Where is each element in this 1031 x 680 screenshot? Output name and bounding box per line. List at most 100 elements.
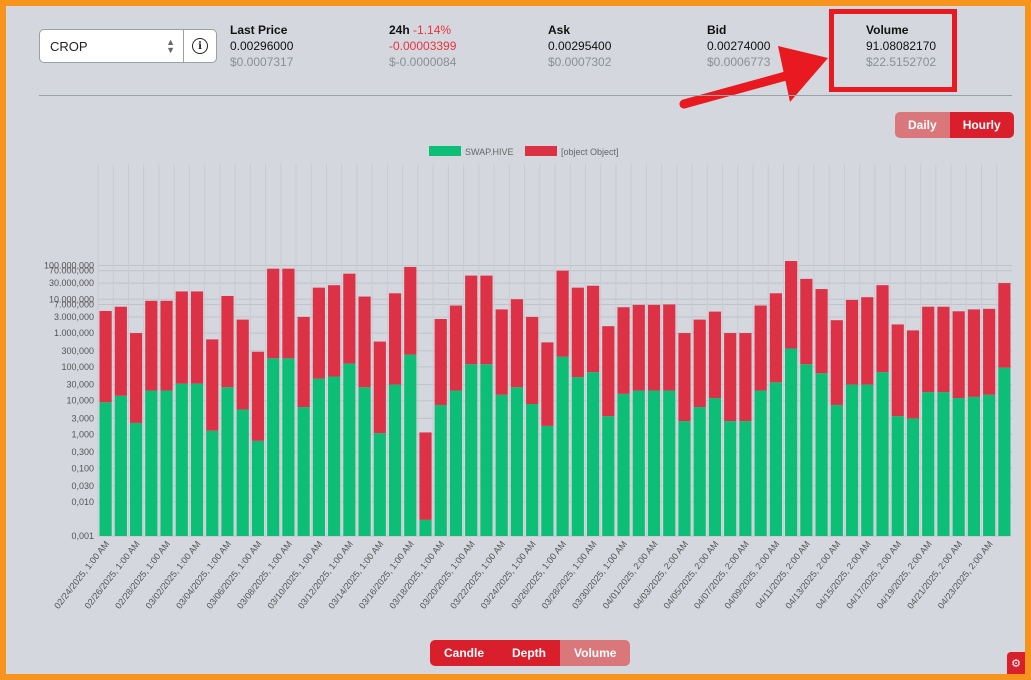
bar-swap-hive xyxy=(267,358,280,536)
period-toggle: Daily Hourly xyxy=(895,112,1014,138)
bar-other xyxy=(145,300,158,391)
token-select-value: CROP xyxy=(50,38,88,54)
bar-swap-hive xyxy=(663,390,676,536)
bar-swap-hive xyxy=(876,372,889,536)
bar-other xyxy=(998,283,1011,368)
y-tick-label: 30.000,000 xyxy=(49,278,94,288)
bar-swap-hive xyxy=(586,372,600,536)
x-tick-label: 04/19/2025, 2:00 AM xyxy=(875,539,934,611)
bar-other xyxy=(632,304,645,391)
bar-other xyxy=(815,289,828,374)
bar-swap-hive xyxy=(845,384,859,536)
bar-other xyxy=(282,268,295,359)
bar-other xyxy=(693,319,706,408)
trading-panel: CROP ▲ ▼ i Last Price 0.00296000 $0.00073… xyxy=(6,6,1025,674)
stat-usd: $0.0007317 xyxy=(230,55,294,69)
bar-swap-hive xyxy=(967,396,981,536)
x-tick-label: 03/06/2025, 1:00 AM xyxy=(204,539,263,611)
bar-swap-hive xyxy=(312,378,325,536)
stat-usd: $0.0007302 xyxy=(548,55,612,69)
x-tick-label: 03/04/2025, 1:00 AM xyxy=(174,539,233,611)
y-tick-label: 0,001 xyxy=(71,531,94,541)
bar-swap-hive xyxy=(480,364,493,536)
x-tick-label: 03/18/2025, 1:00 AM xyxy=(387,539,446,611)
bar-other xyxy=(373,341,386,434)
x-tick-label: 04/03/2025, 2:00 AM xyxy=(631,539,690,611)
chart-grid xyxy=(97,164,1012,537)
bar-other xyxy=(114,306,127,396)
stat-last-price: Last Price 0.00296000 $0.0007317 xyxy=(230,22,293,70)
settings-corner-button[interactable]: ⚙ xyxy=(1007,652,1025,674)
bar-swap-hive xyxy=(541,425,554,536)
volume-button[interactable]: Volume xyxy=(560,640,631,666)
x-tick-label: 03/22/2025, 1:00 AM xyxy=(448,539,507,611)
bar-other xyxy=(830,320,843,405)
bar-swap-hive xyxy=(769,382,782,536)
bar-swap-hive xyxy=(998,367,1011,536)
bar-other xyxy=(312,287,325,379)
bar-swap-hive xyxy=(221,387,234,536)
y-tick-label: 100.000,000 xyxy=(44,260,94,270)
bar-swap-hive xyxy=(495,394,508,536)
y-tick-label: 0,030 xyxy=(71,481,94,491)
bar-other xyxy=(449,305,463,391)
legend-label: [object Object] xyxy=(561,147,619,157)
stat-value: -0.00003399 xyxy=(389,39,457,53)
x-tick-label: 03/14/2025, 1:00 AM xyxy=(326,539,385,611)
bar-swap-hive xyxy=(434,404,447,536)
bar-other xyxy=(541,342,554,426)
bar-swap-hive xyxy=(373,433,386,536)
y-tick-label: 100,000 xyxy=(61,362,94,372)
volume-chart: SWAP.HIVE [object Object] 0,001 0,010 0,030… xyxy=(44,146,1012,611)
info-button[interactable]: i xyxy=(183,29,217,63)
bar-other xyxy=(236,319,249,410)
bar-other xyxy=(465,275,478,365)
x-tick-label: 03/30/2025, 1:00 AM xyxy=(570,539,629,611)
bar-swap-hive xyxy=(190,383,204,536)
bar-other xyxy=(221,295,234,388)
bar-other xyxy=(617,307,630,394)
x-tick-label: 03/28/2025, 1:00 AM xyxy=(540,539,599,611)
stat-ask: Ask 0.00295400 $0.0007302 xyxy=(548,22,611,70)
bar-swap-hive xyxy=(465,364,478,536)
token-select[interactable]: CROP ▲ ▼ xyxy=(39,29,184,63)
bar-other xyxy=(556,270,569,357)
bar-other xyxy=(678,333,691,422)
y-tick-label: 30,000 xyxy=(66,380,94,390)
bar-swap-hive xyxy=(404,354,417,536)
bar-swap-hive xyxy=(236,409,249,536)
x-tick-label: 03/02/2025, 1:00 AM xyxy=(144,539,203,611)
daily-button[interactable]: Daily xyxy=(895,112,950,138)
legend-swatch xyxy=(429,146,461,156)
x-tick-label: 02/26/2025, 1:00 AM xyxy=(83,539,142,611)
y-tick-label: 0,100 xyxy=(71,463,94,473)
depth-button[interactable]: Depth xyxy=(498,640,561,666)
bar-other xyxy=(434,319,447,405)
stat-value: 0.00295400 xyxy=(548,39,612,53)
x-tick-label: 04/07/2025, 2:00 AM xyxy=(692,539,751,611)
bar-swap-hive xyxy=(678,421,691,536)
x-tick-label: 04/05/2025, 2:00 AM xyxy=(661,539,720,611)
bar-other xyxy=(160,300,173,391)
hourly-button[interactable]: Hourly xyxy=(949,112,1014,138)
y-tick-label: 1,000 xyxy=(71,430,94,440)
bar-swap-hive xyxy=(891,416,904,536)
legend-label: SWAP.HIVE xyxy=(465,147,514,157)
bar-swap-hive xyxy=(251,440,265,536)
bar-other xyxy=(404,266,417,355)
bar-other xyxy=(876,285,889,373)
bar-other xyxy=(510,299,524,388)
y-tick-label: 3,000 xyxy=(71,413,94,423)
x-tick-label: 03/16/2025, 1:00 AM xyxy=(357,539,416,611)
bar-swap-hive xyxy=(175,383,188,536)
y-tick-label: 10,000 xyxy=(66,396,94,406)
bar-swap-hive xyxy=(861,384,874,536)
bar-swap-hive xyxy=(815,373,828,536)
y-tick-label: 10.000,000 xyxy=(49,294,94,304)
bar-swap-hive xyxy=(800,364,813,536)
bar-swap-hive xyxy=(510,387,524,536)
bar-other xyxy=(495,309,508,395)
x-tick-label: 03/12/2025, 1:00 AM xyxy=(296,539,355,611)
bar-other xyxy=(967,309,981,397)
candle-button[interactable]: Candle xyxy=(430,640,499,666)
